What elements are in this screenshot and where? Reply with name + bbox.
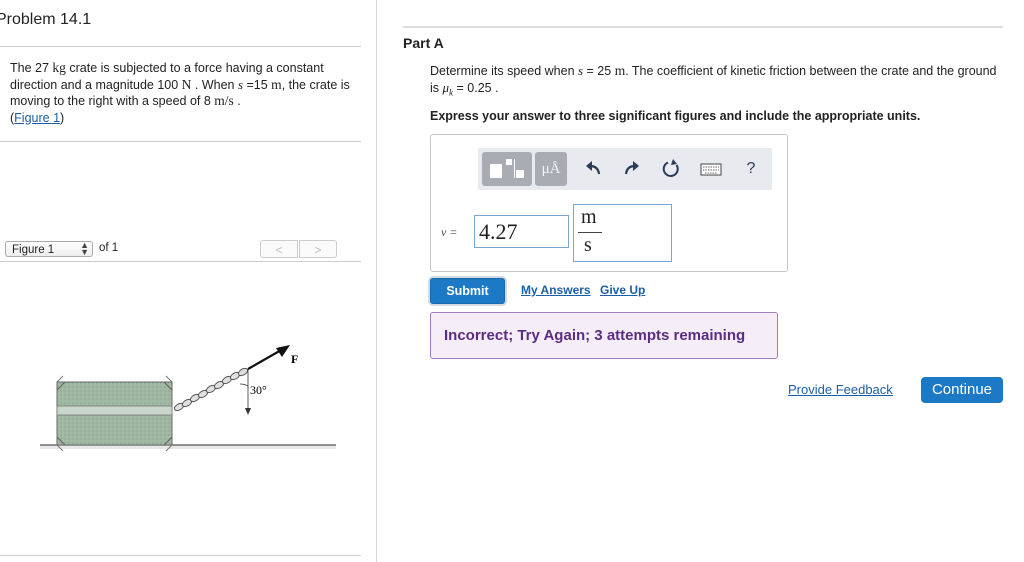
- redo-icon: [624, 161, 639, 175]
- undo-icon: [586, 161, 601, 175]
- give-up-link[interactable]: Give Up: [600, 283, 645, 297]
- force-label: F: [291, 352, 298, 366]
- unit-m: m: [614, 63, 626, 78]
- chain: [173, 367, 249, 412]
- ground-shading: [40, 445, 336, 449]
- question-text-part: = 25: [583, 64, 615, 78]
- instruction: Express your answer to three significant…: [430, 109, 921, 123]
- figure-select[interactable]: Figure 1 ▲ ▼: [5, 241, 93, 257]
- fraction-bar: [578, 232, 602, 233]
- reset-icon: [662, 159, 679, 177]
- problem-text: =15: [243, 77, 272, 92]
- select-arrows-icon: ▲ ▼: [80, 240, 89, 257]
- submit-button[interactable]: Submit: [430, 278, 505, 304]
- divider: [0, 46, 361, 47]
- provide-feedback-link[interactable]: Provide Feedback: [788, 382, 893, 397]
- feedback-message: Incorrect; Try Again; 3 attempts remaini…: [444, 327, 746, 344]
- help-button[interactable]: ?: [736, 154, 766, 184]
- prev-figure-button[interactable]: <: [260, 240, 298, 258]
- answer-value-input[interactable]: 4.27: [474, 215, 569, 248]
- figure-link[interactable]: Figure 1: [14, 111, 60, 125]
- units-button[interactable]: μÅ: [535, 152, 567, 186]
- reference-arrowhead-icon: [245, 408, 251, 415]
- question-text-part: Determine its speed when: [430, 64, 578, 78]
- divider: [0, 555, 361, 556]
- figure-select-value: Figure 1: [12, 244, 55, 256]
- figure-count: of 1: [99, 242, 119, 254]
- next-figure-button[interactable]: >: [299, 240, 337, 258]
- unit-denominator: s: [584, 234, 592, 256]
- math-toolbar: μÅ ?: [478, 148, 772, 190]
- problem-text: .: [233, 94, 241, 108]
- template-icon: [490, 159, 524, 178]
- question-text-part: = 0.25 .: [453, 80, 499, 95]
- angle-label: 30°: [250, 383, 267, 397]
- reset-button[interactable]: [656, 154, 686, 184]
- template-button[interactable]: [482, 152, 532, 186]
- variable-label: v =: [441, 225, 458, 239]
- redo-button[interactable]: [617, 154, 647, 184]
- unit-n: N: [181, 76, 192, 92]
- crate-figure: F 30°: [40, 345, 336, 452]
- problem-statement: The 27 kg crate is subjected to a force …: [10, 60, 355, 126]
- undo-button[interactable]: [578, 154, 608, 184]
- question-text: Determine its speed when s = 25 m. The c…: [430, 63, 1005, 101]
- problem-text: . When: [191, 77, 238, 92]
- my-answers-link[interactable]: My Answers: [521, 283, 591, 297]
- part-label: Part A: [403, 35, 444, 51]
- keyboard-button[interactable]: [696, 154, 726, 184]
- problem-title: Problem 14.1: [0, 11, 92, 28]
- force-arrow: [247, 348, 284, 370]
- crate: [56, 375, 173, 452]
- paren: ): [60, 110, 65, 125]
- problem-text: The 27: [10, 61, 53, 75]
- unit-ms: m/s: [214, 93, 234, 108]
- continue-button[interactable]: Continue: [921, 377, 1003, 403]
- divider: [0, 141, 361, 142]
- angle-arc: [239, 383, 249, 387]
- unit-m: m: [271, 76, 282, 92]
- force-arrowhead-icon: [276, 345, 290, 357]
- divider: [403, 26, 1003, 28]
- unit-kg: kg: [52, 60, 66, 75]
- keyboard-icon: [700, 163, 722, 176]
- unit-numerator: m: [581, 206, 597, 228]
